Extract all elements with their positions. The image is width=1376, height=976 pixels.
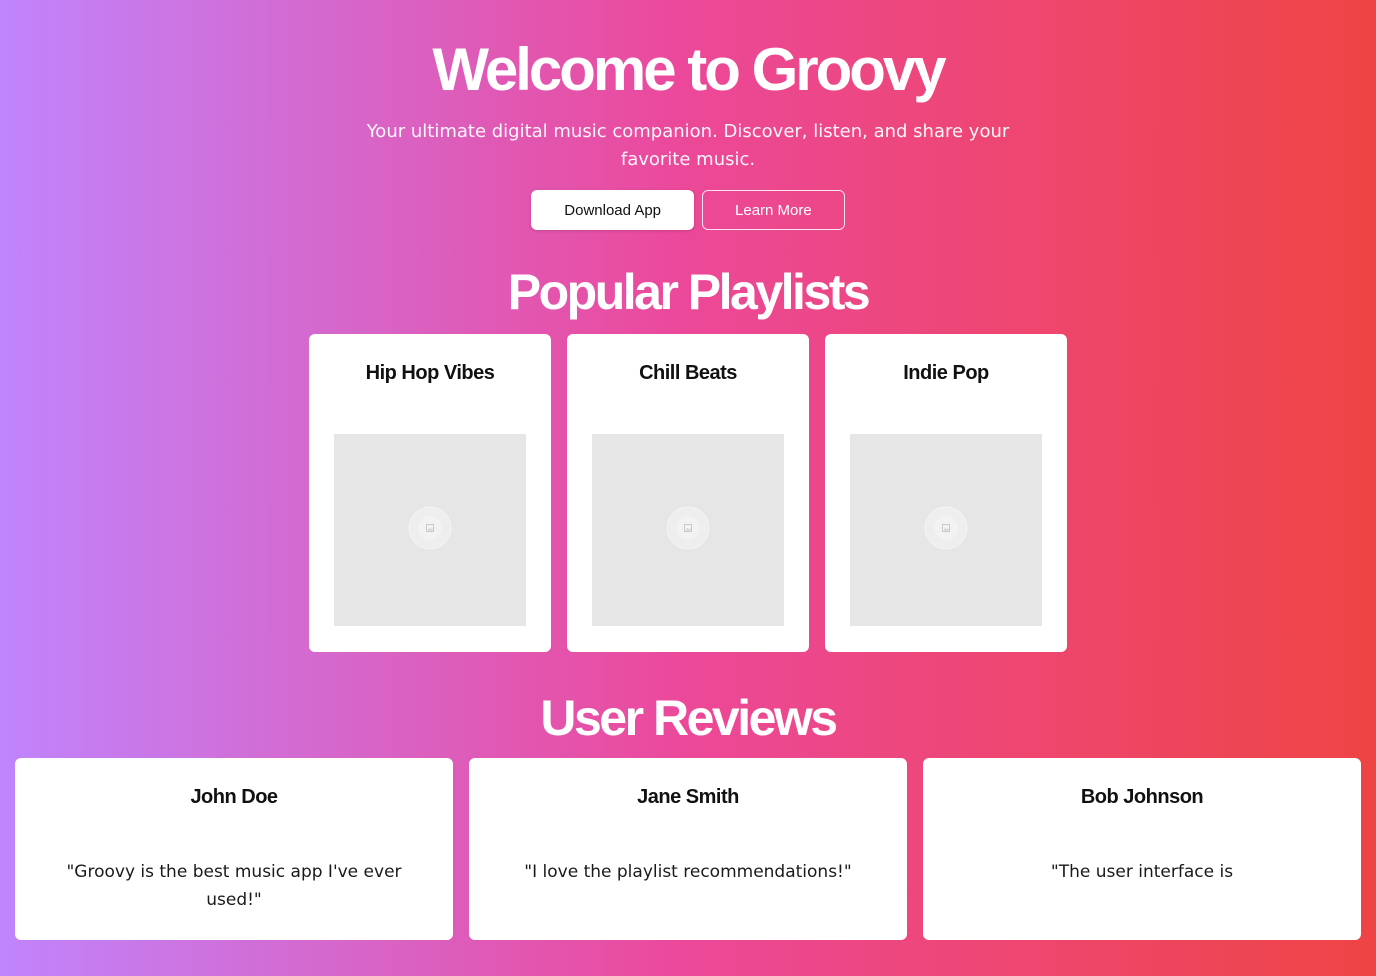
image-placeholder-icon (408, 506, 452, 554)
reviews-grid: John Doe "Groovy is the best music app I… (0, 758, 1376, 940)
playlist-title: Hip Hop Vibes (365, 362, 495, 384)
playlist-card-hip-hop-vibes[interactable]: Hip Hop Vibes (309, 334, 551, 652)
playlists-grid: Hip Hop Vibes Chill Beats Indie Pop (0, 334, 1376, 652)
review-text: "Groovy is the best music app I've ever … (66, 862, 402, 910)
hero-subtitle: Your ultimate digital music companion. D… (366, 121, 1010, 170)
playlists-heading: Popular Playlists (507, 264, 871, 320)
hero-actions: Download App Learn More (0, 190, 1376, 230)
playlist-card-indie-pop[interactable]: Indie Pop (825, 334, 1067, 652)
playlist-cover (592, 434, 784, 626)
reviewer-name: Bob Johnson (1080, 786, 1204, 808)
review-text: "The user interface is (1050, 862, 1234, 882)
reviewer-name: Jane Smith (637, 786, 739, 808)
playlist-title: Chill Beats (639, 362, 737, 384)
playlist-card-chill-beats[interactable]: Chill Beats (567, 334, 809, 652)
review-card: Jane Smith "I love the playlist recommen… (469, 758, 907, 940)
image-placeholder-icon (666, 506, 710, 554)
learn-more-button[interactable]: Learn More (702, 190, 845, 230)
reviewer-name: John Doe (190, 786, 278, 808)
review-card: John Doe "Groovy is the best music app I… (15, 758, 453, 940)
page-title: Welcome to Groovy (432, 36, 946, 103)
playlist-title: Indie Pop (903, 362, 989, 384)
reviews-heading: User Reviews (540, 690, 838, 746)
review-card: Bob Johnson "The user interface is (923, 758, 1361, 940)
review-text: "I love the playlist recommendations!" (524, 862, 852, 882)
playlist-cover (334, 434, 526, 626)
playlist-cover (850, 434, 1042, 626)
download-app-button[interactable]: Download App (531, 190, 695, 230)
hero-section: Welcome to Groovy Your ultimate digital … (0, 0, 1376, 230)
image-placeholder-icon (924, 506, 968, 554)
